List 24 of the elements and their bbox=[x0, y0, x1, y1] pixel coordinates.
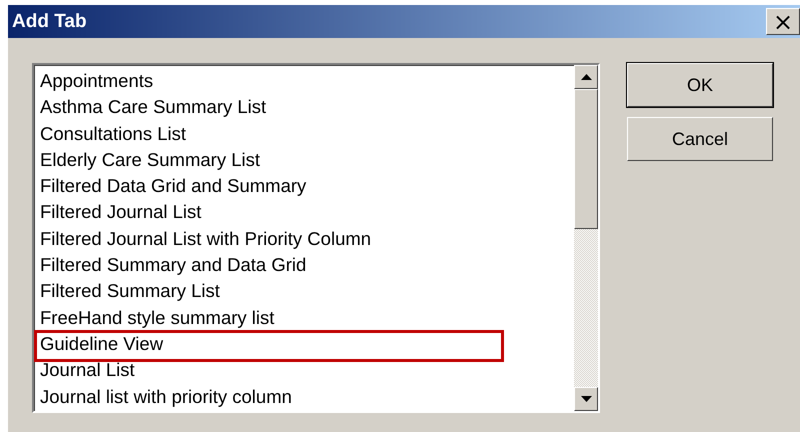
list-item[interactable]: Filtered Summary and Data Grid bbox=[40, 252, 306, 278]
list-item[interactable]: Filtered Journal List bbox=[40, 199, 202, 226]
list-item[interactable]: Journal list with priority column bbox=[40, 384, 292, 410]
scroll-up-button[interactable] bbox=[574, 65, 598, 89]
cancel-button[interactable]: Cancel bbox=[627, 117, 773, 161]
list-item[interactable]: Filtered Summary List bbox=[40, 278, 220, 305]
list-item[interactable]: Guideline View bbox=[40, 330, 164, 358]
list-item[interactable]: Filtered Data Grid and Summary bbox=[40, 173, 306, 200]
window-title: Add Tab bbox=[11, 10, 87, 32]
scroll-thumb[interactable] bbox=[574, 89, 598, 229]
list-item[interactable]: Elderly Care Summary List bbox=[40, 146, 260, 174]
scroll-down-button[interactable] bbox=[574, 387, 598, 411]
ok-button[interactable]: OK bbox=[627, 63, 773, 107]
list-item[interactable]: Asthma Care Summary List bbox=[40, 94, 266, 121]
list-item[interactable]: Consultations List bbox=[40, 120, 186, 147]
down-arrow-icon bbox=[580, 396, 592, 402]
list-item[interactable]: Appointments bbox=[40, 68, 154, 94]
list-item[interactable]: Filtered Journal List with Priority Column bbox=[40, 226, 372, 252]
scrollbar[interactable] bbox=[574, 65, 598, 411]
up-arrow-icon bbox=[580, 74, 592, 80]
list-item[interactable]: FreeHand style summary list bbox=[40, 304, 274, 331]
close-button[interactable]: × bbox=[766, 8, 800, 35]
list-item[interactable]: Journal List bbox=[40, 357, 135, 384]
list-box[interactable] bbox=[32, 63, 600, 413]
